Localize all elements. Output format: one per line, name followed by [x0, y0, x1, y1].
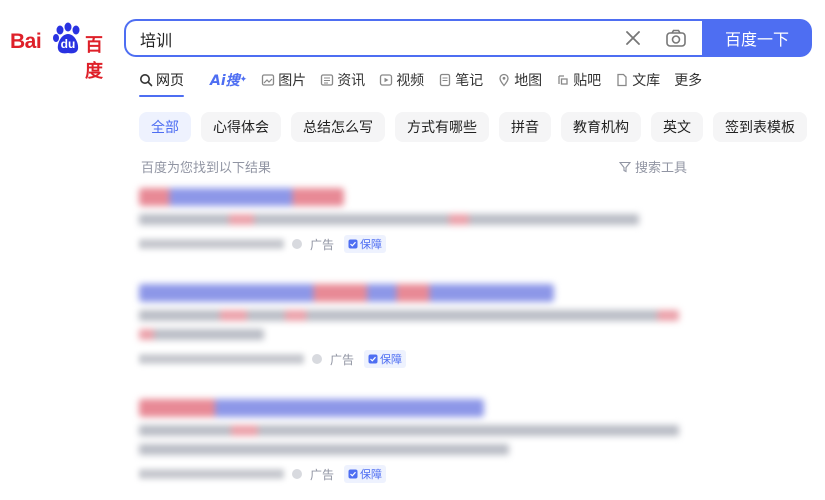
chip-english[interactable]: 英文 [651, 112, 703, 142]
ad-label: 广告 [330, 352, 355, 367]
tab-label: 网页 [156, 73, 184, 89]
search-box [124, 19, 702, 57]
result-blurred-content [139, 188, 639, 225]
source-icon [292, 469, 302, 479]
search-button[interactable]: 百度一下 [702, 19, 812, 57]
chip-summary[interactable]: 总结怎么写 [291, 112, 385, 142]
check-shield-icon [368, 354, 378, 364]
result-count-text: 百度为您找到以下结果 [141, 161, 272, 176]
guarantee-badge[interactable]: 保障 [364, 350, 407, 368]
news-icon [321, 74, 334, 86]
filter-chips: 全部 心得体会 总结怎么写 方式有哪些 拼音 教育机构 英文 签到表模板 [139, 112, 807, 142]
tab-more[interactable]: 更多 [674, 70, 702, 90]
guarantee-label: 保障 [360, 468, 383, 481]
doc-icon [617, 73, 627, 87]
ad-label: 广告 [310, 237, 335, 252]
map-icon [499, 73, 509, 87]
result-meta: 广告 保障 [139, 350, 679, 368]
tab-label: Ai搜 [210, 73, 240, 89]
tab-label: 资讯 [337, 73, 366, 89]
result-blurred-content [139, 399, 679, 455]
check-shield-icon [348, 469, 358, 479]
search-result: 广告 保障 [139, 399, 679, 483]
result-source [139, 239, 284, 249]
image-icon [262, 74, 275, 86]
guarantee-badge[interactable]: 保障 [344, 465, 387, 483]
chip-institutions[interactable]: 教育机构 [561, 112, 641, 142]
result-snippet [139, 329, 264, 340]
chip-experience[interactable]: 心得体会 [201, 112, 281, 142]
result-snippet [139, 444, 509, 455]
tab-video[interactable]: 视频 [379, 70, 424, 90]
tab-ai-search[interactable]: Ai搜 ✦ [210, 70, 247, 90]
logo-paw-text: du [60, 37, 76, 51]
video-icon [380, 74, 393, 86]
logo-latin-text: Bai [10, 30, 42, 53]
tab-label: 地图 [514, 73, 543, 89]
tab-notes[interactable]: 笔记 [438, 70, 483, 90]
result-title[interactable] [139, 399, 484, 417]
search-input[interactable] [140, 28, 600, 50]
search-icon [140, 74, 153, 87]
tab-news[interactable]: 资讯 [320, 70, 365, 90]
search-tools-button[interactable]: 搜索工具 [619, 157, 687, 176]
tab-label: 文库 [632, 73, 661, 89]
result-meta: 广告 保障 [139, 465, 679, 483]
baidu-logo[interactable]: Bai du 百度 [10, 22, 114, 82]
search-tabs: 网页 Ai搜 ✦ 图片 资讯 视频 笔记 地图 贴吧 文库 更多 [139, 70, 702, 98]
tab-images[interactable]: 图片 [261, 70, 306, 90]
search-tools-label: 搜索工具 [635, 161, 688, 176]
guarantee-badge[interactable]: 保障 [344, 235, 387, 253]
result-source [139, 469, 284, 479]
note-icon [440, 73, 451, 87]
sparkle-icon: ✦ [239, 75, 248, 85]
search-result: 广告 保障 [139, 188, 639, 253]
tab-label: 图片 [278, 73, 307, 89]
source-icon [292, 239, 302, 249]
tab-web[interactable]: 网页 [139, 70, 184, 97]
check-shield-icon [348, 239, 358, 249]
result-blurred-content [139, 284, 679, 340]
guarantee-label: 保障 [360, 238, 383, 251]
result-snippet [139, 425, 679, 436]
filter-icon [619, 161, 631, 172]
tab-label: 贴吧 [573, 73, 602, 89]
guarantee-label: 保障 [380, 353, 403, 366]
result-snippet [139, 214, 639, 225]
result-title[interactable] [139, 284, 554, 302]
clear-icon[interactable] [624, 29, 642, 47]
result-title[interactable] [139, 188, 344, 206]
chip-methods[interactable]: 方式有哪些 [395, 112, 489, 142]
source-icon [312, 354, 322, 364]
tab-label: 更多 [674, 73, 703, 89]
chip-pinyin[interactable]: 拼音 [499, 112, 551, 142]
result-meta: 广告 保障 [139, 235, 639, 253]
ad-label: 广告 [310, 467, 335, 482]
tieba-icon [558, 75, 568, 85]
tab-label: 笔记 [455, 73, 484, 89]
tab-wenku[interactable]: 文库 [615, 70, 660, 90]
tab-tieba[interactable]: 贴吧 [556, 70, 601, 90]
chip-signin-template[interactable]: 签到表模板 [713, 112, 807, 142]
camera-icon[interactable] [665, 28, 687, 48]
search-result: 广告 保障 [139, 284, 679, 368]
tab-map[interactable]: 地图 [497, 70, 542, 90]
result-source [139, 354, 304, 364]
logo-chinese-text: 百度 [85, 35, 103, 82]
tab-label: 视频 [396, 73, 425, 89]
chip-all[interactable]: 全部 [139, 112, 191, 142]
result-snippet [139, 310, 679, 321]
